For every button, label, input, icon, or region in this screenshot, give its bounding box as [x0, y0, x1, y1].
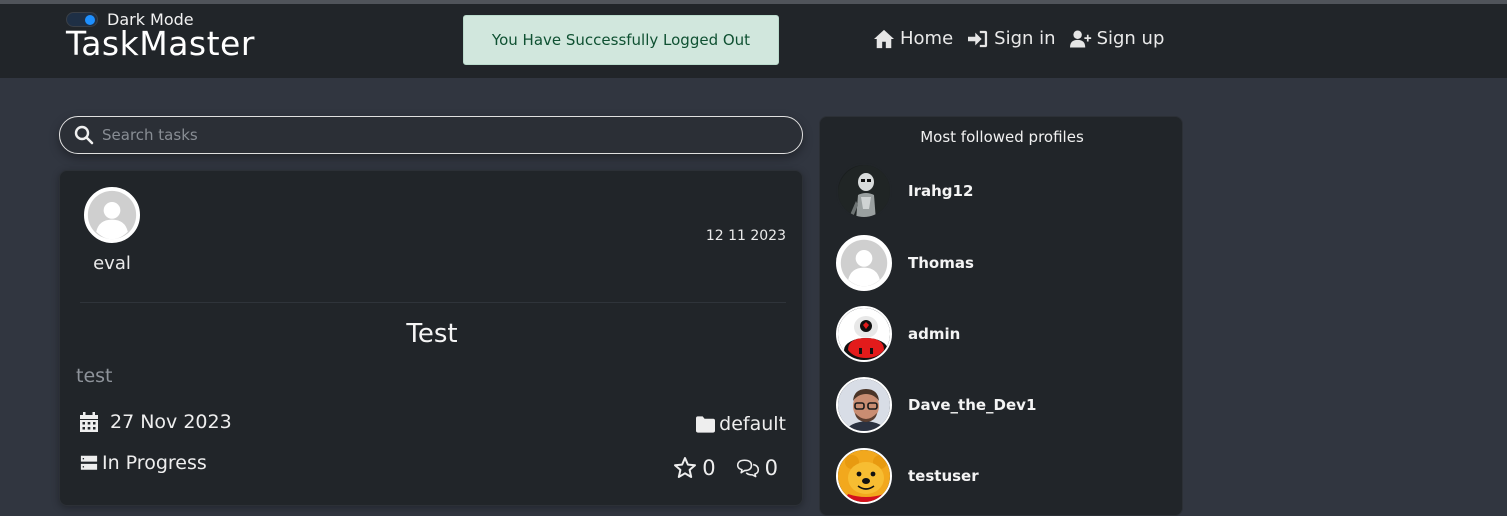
nav-sign-in-label: Sign in — [994, 28, 1056, 49]
nav-sign-in-link[interactable]: Sign in — [967, 28, 1056, 49]
default-user-icon — [86, 189, 138, 241]
profile-name[interactable]: Thomas — [908, 254, 974, 272]
sign-in-icon — [968, 30, 988, 47]
search-bar[interactable] — [59, 116, 803, 154]
stormtrooper-avatar[interactable] — [836, 163, 892, 219]
created-date: 12 11 2023 — [705, 228, 786, 244]
task-category: default — [696, 413, 786, 435]
star-button[interactable]: 0 — [673, 456, 716, 480]
card-divider — [80, 302, 786, 303]
man-photo-avatar[interactable] — [836, 377, 892, 433]
nav-sign-up-label: Sign up — [1096, 28, 1165, 49]
profile-item[interactable]: Dave_the_Dev1 — [836, 377, 1036, 433]
star-count: 0 — [702, 456, 716, 480]
default-avatar[interactable] — [836, 235, 892, 291]
search-icon — [74, 125, 94, 145]
panel-title: Most followed profiles — [920, 128, 1084, 146]
owner-avatar[interactable] — [84, 187, 140, 243]
user-plus-icon — [1069, 30, 1091, 47]
status-text: In Progress — [102, 452, 207, 474]
man-photo-image — [838, 379, 890, 431]
owner-name[interactable]: eval — [74, 253, 150, 274]
profile-item[interactable]: Irahg12 — [836, 163, 973, 219]
mushroom-image — [838, 308, 890, 360]
task-title[interactable]: Test — [60, 319, 804, 349]
default-user-icon — [838, 237, 890, 289]
profile-item[interactable]: testuser — [836, 448, 979, 504]
stormtrooper-image — [838, 165, 890, 217]
server-icon — [80, 455, 98, 470]
bear-image — [838, 450, 890, 502]
comment-count: 0 — [764, 456, 778, 480]
mushroom-avatar[interactable] — [836, 306, 892, 362]
calendar-icon — [80, 412, 98, 432]
profile-item[interactable]: Thomas — [836, 235, 974, 291]
nav-home-link[interactable]: Home — [873, 28, 953, 49]
profile-name[interactable]: admin — [908, 325, 960, 343]
due-date: 27 Nov 2023 — [80, 411, 232, 433]
category-text: default — [719, 413, 786, 435]
profile-name[interactable]: Irahg12 — [908, 182, 973, 200]
task-description: test — [76, 365, 113, 387]
profile-name[interactable]: Dave_the_Dev1 — [908, 396, 1036, 414]
navbar: Dark Mode TaskMaster You Have Successful… — [0, 4, 1507, 78]
search-input[interactable] — [102, 126, 782, 144]
bear-avatar[interactable] — [836, 448, 892, 504]
profile-item[interactable]: admin — [836, 306, 960, 362]
comments-icon — [736, 459, 759, 478]
task-status: In Progress — [80, 452, 207, 474]
star-icon — [674, 457, 697, 478]
home-icon — [874, 29, 894, 48]
folder-icon — [696, 415, 716, 433]
due-date-text: 27 Nov 2023 — [110, 411, 232, 433]
brand-logo[interactable]: TaskMaster — [66, 24, 255, 63]
nav-sign-up-link[interactable]: Sign up — [1069, 28, 1165, 49]
comments-button[interactable]: 0 — [736, 456, 778, 480]
nav-links: Home Sign in Sign up — [873, 28, 1164, 49]
most-followed-panel: Most followed profiles Irahg12 Thomas ad… — [819, 116, 1183, 516]
logout-alert: You Have Successfully Logged Out — [463, 15, 779, 65]
profile-name[interactable]: testuser — [908, 467, 979, 485]
nav-home-label: Home — [900, 28, 954, 49]
task-card[interactable]: eval 12 11 2023 Test test 27 Nov 2023 In… — [59, 170, 803, 506]
task-stats: 0 0 — [673, 456, 778, 480]
